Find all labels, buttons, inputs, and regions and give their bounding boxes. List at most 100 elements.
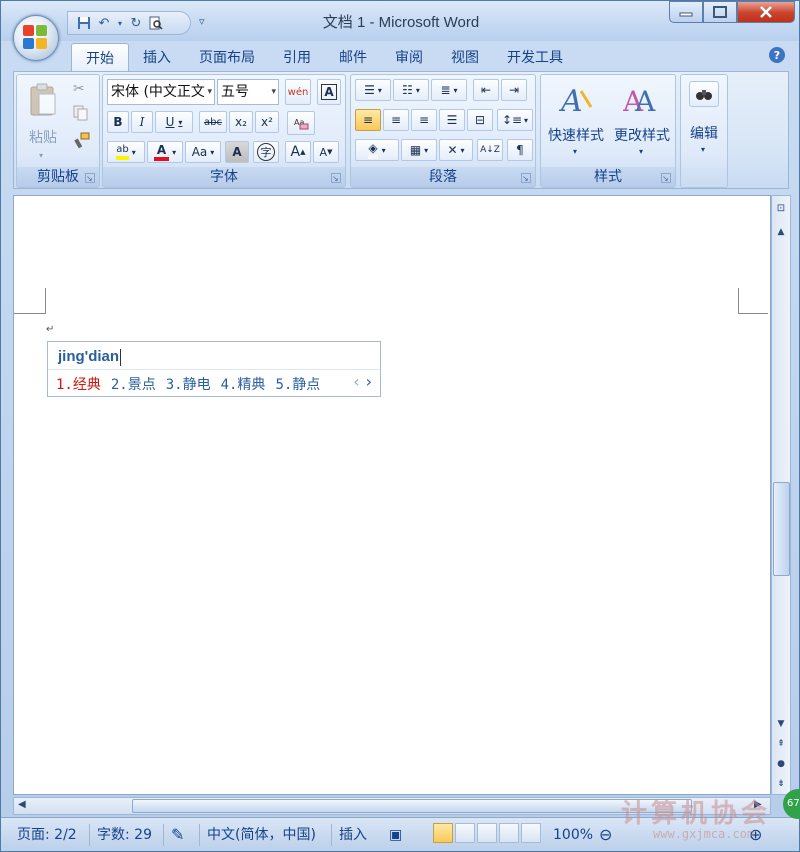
zoom-level[interactable]: 100% xyxy=(553,824,593,846)
paragraph-launcher-icon[interactable]: ↘ xyxy=(521,173,531,183)
ruler-toggle-icon[interactable]: ⊡ xyxy=(773,200,789,216)
enclose-char-button[interactable]: 字 xyxy=(253,141,279,163)
tab-view[interactable]: 视图 xyxy=(437,43,493,71)
format-painter-icon[interactable] xyxy=(73,131,91,152)
font-size-combo[interactable]: 五号 ▾ xyxy=(217,79,279,105)
insert-mode[interactable]: 插入 xyxy=(339,824,367,846)
select-browse-object-icon[interactable]: ● xyxy=(773,756,789,772)
shrink-font-icon: A xyxy=(319,145,328,159)
distributed-icon: ⊟ xyxy=(474,113,486,127)
copy-icon[interactable] xyxy=(73,105,89,124)
align-center-button[interactable]: ≡ xyxy=(383,109,409,131)
next-page-icon[interactable]: ⇟ xyxy=(773,776,789,792)
tab-insert[interactable]: 插入 xyxy=(129,43,185,71)
styles-launcher-icon[interactable]: ↘ xyxy=(661,173,671,183)
borders-button[interactable]: ▦ ▾ xyxy=(401,139,437,161)
horizontal-scroll-thumb[interactable] xyxy=(132,799,692,813)
change-styles-dropdown-icon: ▾ xyxy=(639,147,644,156)
change-case-button[interactable]: Aa ▾ xyxy=(185,141,221,163)
italic-button[interactable]: I xyxy=(131,111,153,133)
macro-record-icon[interactable]: ▣ xyxy=(389,824,402,846)
superscript-button[interactable]: x² xyxy=(255,111,279,133)
quick-styles-button[interactable]: A 快速样式 ▾ xyxy=(543,77,609,163)
align-center-icon: ≡ xyxy=(390,113,402,127)
full-screen-reading-view-button[interactable] xyxy=(455,823,475,843)
web-layout-view-button[interactable] xyxy=(477,823,497,843)
ime-candidate[interactable]: 3.静电 xyxy=(166,374,211,394)
office-button[interactable] xyxy=(13,15,59,61)
editing-group[interactable]: 编辑 ▾ xyxy=(680,74,728,188)
ime-candidate[interactable]: 1.经典 xyxy=(56,374,101,394)
tab-references[interactable]: 引用 xyxy=(269,43,325,71)
tab-mailings[interactable]: 邮件 xyxy=(325,43,381,71)
numbering-button[interactable]: ☷ ▾ xyxy=(393,79,429,101)
shrink-font-button[interactable]: A ▼ xyxy=(313,141,339,163)
highlight-color-button[interactable]: ab ▾ xyxy=(107,141,145,163)
multilevel-list-button[interactable]: ≣ ▾ xyxy=(431,79,467,101)
change-styles-button[interactable]: AA 更改样式 ▾ xyxy=(609,77,675,163)
clipboard-launcher-icon[interactable]: ↘ xyxy=(85,173,95,183)
zoom-out-icon[interactable]: ⊖ xyxy=(599,824,612,846)
align-left-button[interactable]: ≡ xyxy=(355,109,381,131)
page-count[interactable]: 页面: 2/2 xyxy=(17,824,77,846)
print-layout-view-button[interactable] xyxy=(433,823,453,843)
crop-mark-top-right xyxy=(738,288,768,314)
word-window: ↶ ▾ ↻ ▿ 文档 1 - Microsoft Word 开始 插入 页面布局… xyxy=(0,0,800,852)
minimize-button[interactable] xyxy=(669,1,703,23)
document-page[interactable]: ↵ xyxy=(13,195,771,795)
vertical-scrollbar[interactable]: ⊡ ▲ ▼ ⇞ ● ⇟ xyxy=(771,195,791,795)
outline-view-button[interactable] xyxy=(499,823,519,843)
cut-icon[interactable]: ✂ xyxy=(73,81,85,97)
strikethrough-button[interactable]: abc xyxy=(199,111,227,133)
proofing-icon[interactable]: ✎ xyxy=(171,824,184,846)
maximize-button[interactable] xyxy=(703,1,737,23)
char-border-button[interactable]: A xyxy=(317,79,341,105)
decrease-indent-button[interactable]: ⇤ xyxy=(473,79,499,101)
tab-developer[interactable]: 开发工具 xyxy=(493,43,577,71)
increase-indent-icon: ⇥ xyxy=(508,83,520,97)
quick-styles-label: 快速样式 xyxy=(548,128,604,144)
chinese-layout-button[interactable]: ✕ ▾ xyxy=(439,139,473,161)
bullets-icon: ☰ xyxy=(364,83,375,97)
increase-indent-button[interactable]: ⇥ xyxy=(501,79,527,101)
previous-page-icon[interactable]: ⇞ xyxy=(773,736,789,752)
shading-button[interactable]: ◈ ▾ xyxy=(355,139,399,161)
highlight-icon: ab xyxy=(116,144,129,160)
bullets-button[interactable]: ☰ ▾ xyxy=(355,79,391,101)
draft-view-button[interactable] xyxy=(521,823,541,843)
subscript-button[interactable]: x₂ xyxy=(229,111,253,133)
grow-font-button[interactable]: A ▲ xyxy=(285,141,311,163)
ime-candidate[interactable]: 2.景点 xyxy=(111,374,156,394)
language-indicator[interactable]: 中文(简体，中国) xyxy=(207,824,316,846)
scroll-down-icon[interactable]: ▼ xyxy=(773,716,789,732)
ime-prev-page-icon[interactable]: ‹ xyxy=(353,372,359,391)
scroll-left-icon[interactable]: ◀ xyxy=(18,799,26,810)
word-count[interactable]: 字数: 29 xyxy=(97,824,152,846)
ime-candidate[interactable]: 5.静点 xyxy=(275,374,320,394)
phonetic-guide-button[interactable]: wén xyxy=(285,79,311,105)
font-name-combo[interactable]: 宋体 (中文正文 ▾ xyxy=(107,79,215,105)
align-right-button[interactable]: ≡ xyxy=(411,109,437,131)
ime-next-page-icon[interactable]: › xyxy=(366,372,372,391)
tab-page-layout[interactable]: 页面布局 xyxy=(185,43,269,71)
tab-home[interactable]: 开始 xyxy=(71,43,129,71)
line-spacing-button[interactable]: ↕≡ ▾ xyxy=(497,109,533,131)
distributed-button[interactable]: ⊟ xyxy=(467,109,493,131)
ime-candidate[interactable]: 4.精典 xyxy=(221,374,266,394)
char-shading-button[interactable]: A xyxy=(225,141,249,163)
font-color-button[interactable]: A ▾ xyxy=(147,141,183,163)
tab-review[interactable]: 审阅 xyxy=(381,43,437,71)
justify-button[interactable]: ☰ xyxy=(439,109,465,131)
subscript-icon: x₂ xyxy=(235,115,247,129)
sort-button[interactable]: A↓Z xyxy=(477,139,503,161)
close-button[interactable] xyxy=(737,1,795,23)
vertical-scroll-thumb[interactable] xyxy=(773,482,790,576)
underline-button[interactable]: U ▾ xyxy=(155,111,193,133)
help-icon[interactable]: ? xyxy=(769,47,785,63)
paste-button[interactable]: 粘贴 ▾ xyxy=(23,81,63,163)
scroll-up-icon[interactable]: ▲ xyxy=(773,224,789,240)
show-marks-button[interactable]: ¶ xyxy=(507,139,533,161)
clear-formatting-button[interactable]: Aa xyxy=(287,111,315,135)
font-launcher-icon[interactable]: ↘ xyxy=(331,173,341,183)
bold-button[interactable]: B xyxy=(107,111,129,133)
